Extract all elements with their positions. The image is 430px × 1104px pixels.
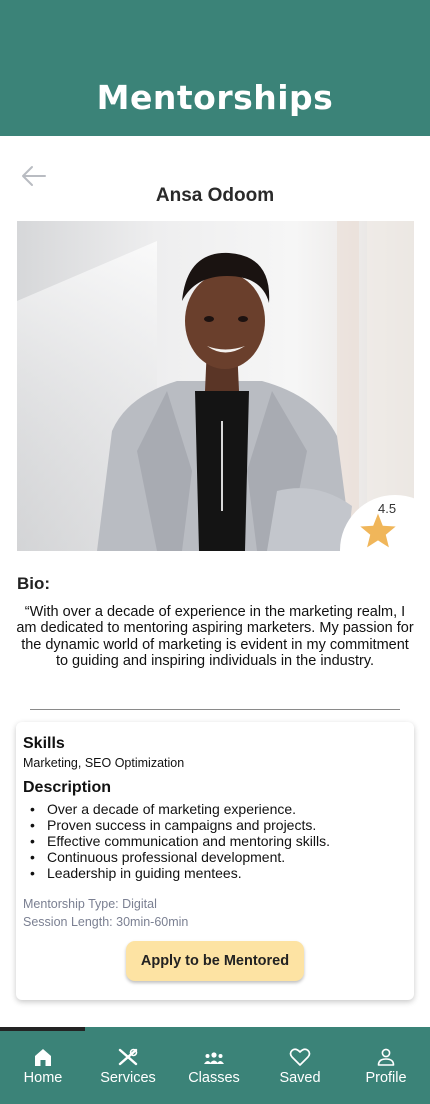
page-title: Mentorships: [96, 78, 334, 117]
nav-item-saved[interactable]: Saved: [257, 1027, 343, 1104]
tools-icon: [117, 1047, 139, 1067]
mentorship-details-card: Skills Marketing, SEO Optimization Descr…: [16, 722, 414, 1000]
mentor-photo: [17, 221, 414, 551]
mentor-name: Ansa Odoom: [155, 185, 275, 206]
group-icon: [203, 1047, 225, 1067]
list-item: Continuous professional development.: [30, 849, 330, 865]
apply-button[interactable]: Apply to be Mentored: [126, 941, 304, 981]
app-header: Mentorships: [0, 0, 430, 136]
list-item: Effective communication and mentoring sk…: [30, 833, 330, 849]
nav-label-home: Home: [23, 1070, 63, 1086]
nav-label-saved: Saved: [279, 1070, 321, 1086]
description-list: Over a decade of marketing experience. P…: [30, 801, 330, 881]
nav-item-classes[interactable]: Classes: [171, 1027, 257, 1104]
nav-label-classes: Classes: [188, 1070, 240, 1086]
nav-item-home[interactable]: Home: [0, 1027, 86, 1104]
list-item: Over a decade of marketing experience.: [30, 801, 330, 817]
skills-heading: Skills: [23, 735, 65, 752]
star-icon: [358, 512, 398, 550]
bio-text: “With over a decade of experience in the…: [16, 604, 414, 669]
nav-item-services[interactable]: Services: [85, 1027, 171, 1104]
nav-item-profile[interactable]: Profile: [343, 1027, 429, 1104]
description-heading: Description: [23, 779, 112, 796]
bio-heading: Bio:: [17, 574, 51, 593]
person-icon: [375, 1047, 397, 1067]
nav-label-profile: Profile: [365, 1070, 407, 1086]
list-item: Proven success in campaigns and projects…: [30, 817, 330, 833]
bottom-nav: Home Services Classes Saved Profile: [0, 1027, 430, 1104]
home-icon: [32, 1047, 54, 1067]
section-divider: [30, 709, 400, 710]
list-item: Leadership in guiding mentees.: [30, 865, 330, 881]
mentorship-type: Mentorship Type: Digital: [23, 897, 157, 911]
nav-label-services: Services: [100, 1070, 156, 1086]
session-length: Session Length: 30min-60min: [23, 915, 189, 929]
skills-text: Marketing, SEO Optimization: [23, 756, 185, 770]
heart-icon: [289, 1047, 311, 1067]
